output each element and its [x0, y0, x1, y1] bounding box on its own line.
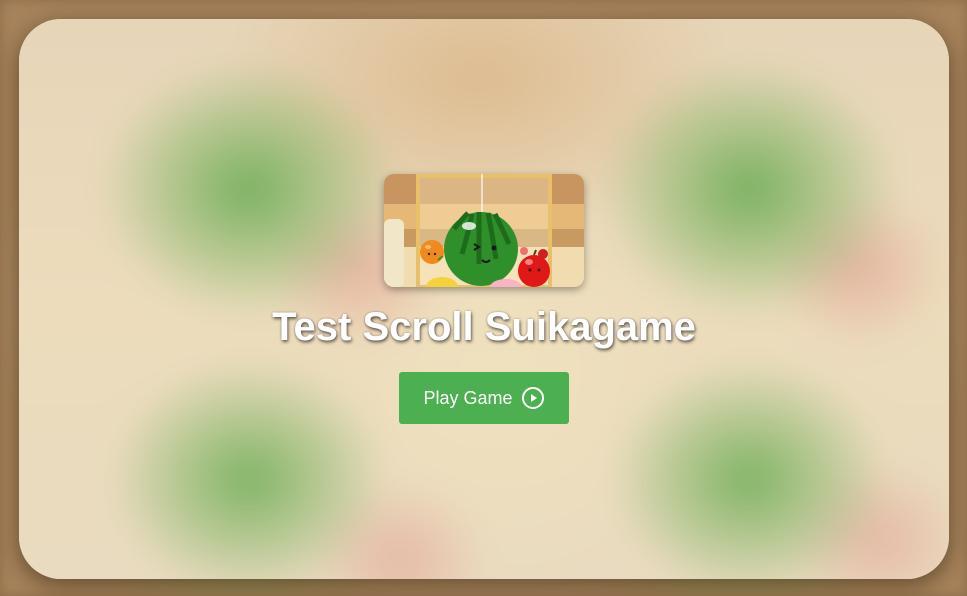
game-title: Test Scroll Suikagame: [272, 305, 696, 349]
play-game-button[interactable]: Play Game: [399, 372, 569, 424]
game-thumbnail[interactable]: [384, 174, 584, 287]
play-game-label: Play Game: [423, 387, 513, 408]
card-content: Test Scroll Suikagame Play Game: [19, 19, 949, 579]
play-circle-icon: [521, 386, 545, 410]
watermelon-game-thumbnail: [384, 174, 584, 287]
game-card: Test Scroll Suikagame Play Game: [19, 19, 949, 579]
